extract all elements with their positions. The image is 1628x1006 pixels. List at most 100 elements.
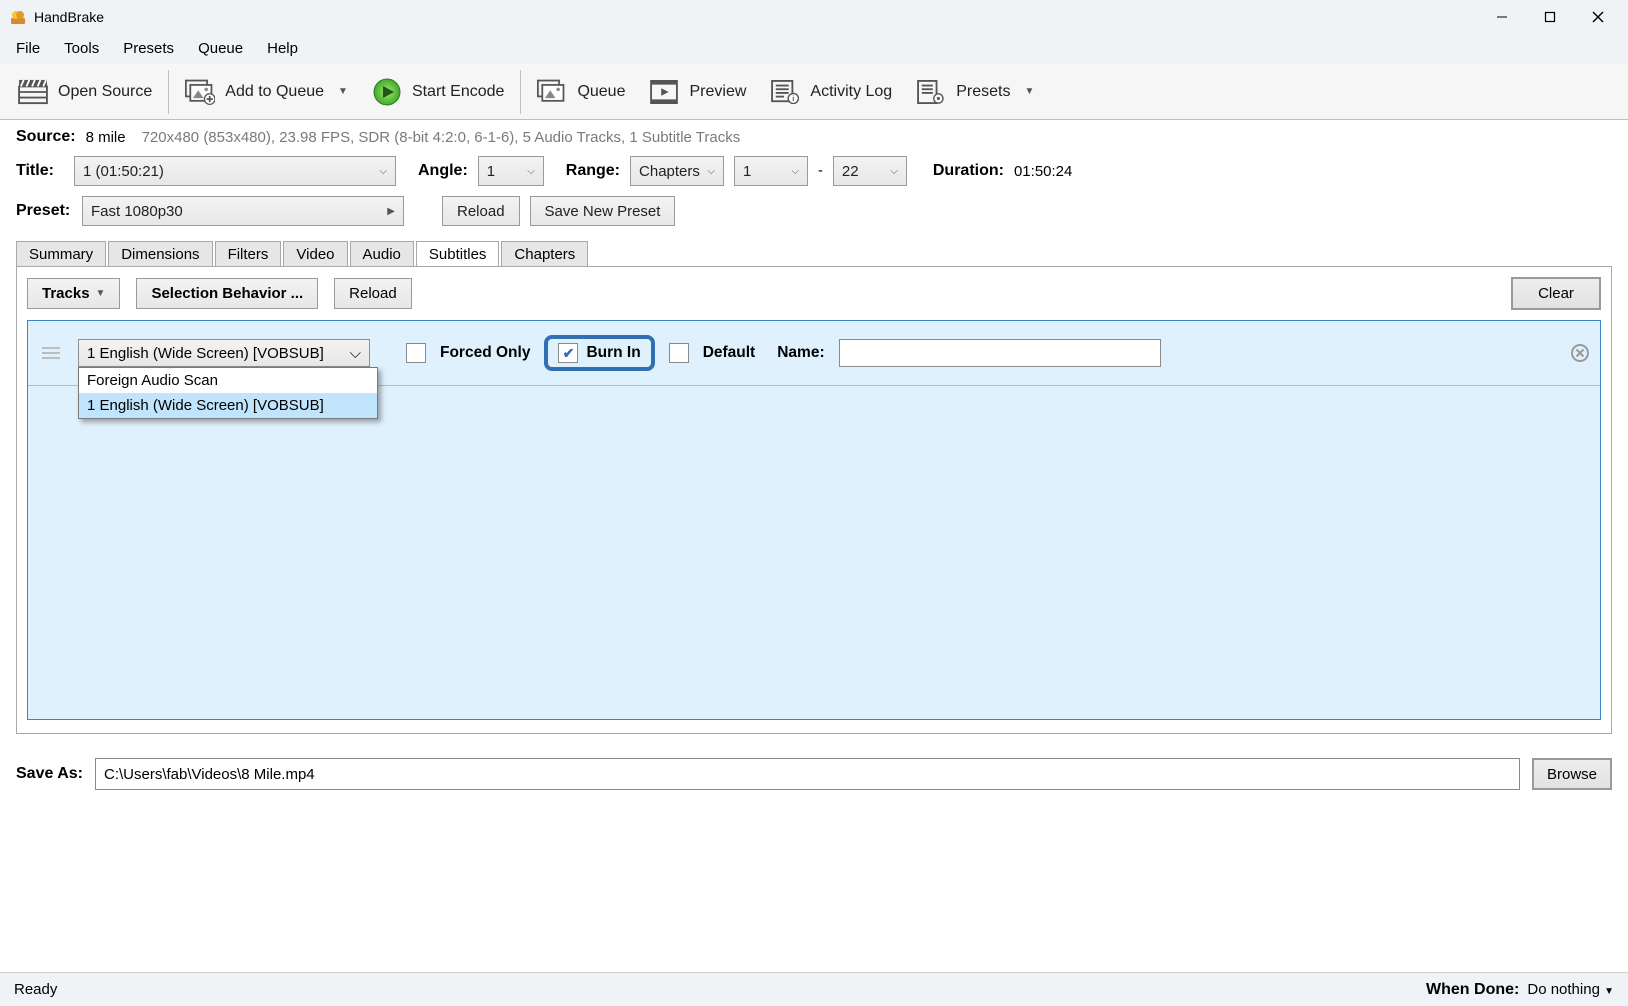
preview-label: Preview xyxy=(689,83,746,101)
window-title: HandBrake xyxy=(34,9,104,25)
tab-dimensions[interactable]: Dimensions xyxy=(108,241,212,267)
preset-select[interactable]: Fast 1080p30 ▶ xyxy=(82,196,404,226)
tracks-dropdown-button[interactable]: Tracks ▼ xyxy=(27,278,120,309)
app-icon xyxy=(10,9,26,25)
window-minimize-button[interactable] xyxy=(1478,0,1526,34)
range-type-select[interactable]: Chapters ⌵ xyxy=(630,156,724,186)
when-done-dropdown[interactable]: Do nothing ▼ xyxy=(1527,981,1614,998)
title-select[interactable]: 1 (01:50:21) ⌵ xyxy=(74,156,396,186)
range-label: Range: xyxy=(566,162,620,180)
duration-label: Duration: xyxy=(933,162,1004,180)
angle-select-value: 1 xyxy=(487,163,495,180)
chevron-down-icon: ⌵ xyxy=(884,166,898,177)
separator xyxy=(520,70,521,114)
source-details: 720x480 (853x480), 23.98 FPS, SDR (8-bit… xyxy=(142,129,741,146)
chevron-down-icon: ▼ xyxy=(96,288,106,299)
open-source-button[interactable]: Open Source xyxy=(6,74,164,110)
forced-only-label: Forced Only xyxy=(440,344,530,362)
tab-video[interactable]: Video xyxy=(283,241,347,267)
separator xyxy=(168,70,169,114)
remove-track-button[interactable] xyxy=(1570,343,1590,363)
dropdown-option-foreign-audio-scan[interactable]: Foreign Audio Scan xyxy=(79,368,377,393)
default-checkbox[interactable] xyxy=(669,343,689,363)
close-circle-icon xyxy=(1570,343,1590,363)
tab-filters[interactable]: Filters xyxy=(215,241,282,267)
dropdown-option-english-vobsub[interactable]: 1 English (Wide Screen) [VOBSUB] xyxy=(79,393,377,418)
reload-tracks-button[interactable]: Reload xyxy=(334,278,412,309)
preset-label: Preset: xyxy=(16,202,72,220)
queue-label: Queue xyxy=(577,83,625,101)
drag-handle-icon[interactable] xyxy=(38,347,64,359)
forced-only-checkbox[interactable] xyxy=(406,343,426,363)
images-stack-icon xyxy=(537,78,567,106)
activity-log-button[interactable]: i Activity Log xyxy=(758,74,904,110)
subtitle-track-list: 1 English (Wide Screen) [VOBSUB] ⌵ Forei… xyxy=(27,320,1601,720)
presets-label: Presets xyxy=(956,83,1010,101)
main-toolbar: Open Source Add to Queue ▼ Start En xyxy=(0,64,1628,120)
tab-subtitles[interactable]: Subtitles xyxy=(416,241,500,267)
subtitles-tab-page: Tracks ▼ Selection Behavior ... Reload C… xyxy=(16,266,1612,734)
chevron-down-icon: ⌵ xyxy=(521,166,535,177)
when-done-value: Do nothing xyxy=(1527,981,1600,998)
browse-button[interactable]: Browse xyxy=(1532,758,1612,790)
save-as-path-input[interactable] xyxy=(95,758,1520,790)
chevron-down-icon: ⌵ xyxy=(350,345,361,362)
film-play-icon xyxy=(649,78,679,106)
activity-log-label: Activity Log xyxy=(810,83,892,101)
reload-preset-button[interactable]: Reload xyxy=(442,196,520,226)
start-encode-label: Start Encode xyxy=(412,83,505,101)
tab-chapters[interactable]: Chapters xyxy=(501,241,588,267)
start-encode-button[interactable]: Start Encode xyxy=(360,74,517,110)
chevron-down-icon: ▼ xyxy=(1604,986,1614,997)
svg-text:i: i xyxy=(793,94,795,103)
source-label: Source: xyxy=(16,128,76,146)
settings-gear-icon xyxy=(916,78,946,106)
tab-strip: Summary Dimensions Filters Video Audio S… xyxy=(16,240,1612,266)
default-label: Default xyxy=(703,344,756,362)
when-done-label: When Done: xyxy=(1426,981,1519,999)
title-row: Title: 1 (01:50:21) ⌵ Angle: 1 ⌵ Range: … xyxy=(16,156,1612,186)
window-maximize-button[interactable] xyxy=(1526,0,1574,34)
save-new-preset-button[interactable]: Save New Preset xyxy=(530,196,676,226)
title-select-value: 1 (01:50:21) xyxy=(83,163,164,180)
range-to-value: 22 xyxy=(842,163,859,180)
range-type-value: Chapters xyxy=(639,163,700,180)
angle-label: Angle: xyxy=(418,162,468,180)
source-name: 8 mile xyxy=(86,129,126,146)
track-name-input[interactable] xyxy=(839,339,1161,367)
window-close-button[interactable] xyxy=(1574,0,1622,34)
menu-queue[interactable]: Queue xyxy=(186,36,255,61)
chevron-down-icon: ⌵ xyxy=(373,166,387,177)
chevron-down-icon: ⌵ xyxy=(701,166,715,177)
add-to-queue-button[interactable]: Add to Queue ▼ xyxy=(173,74,360,110)
range-to-select[interactable]: 22 ⌵ xyxy=(833,156,907,186)
subtitle-track-row: 1 English (Wide Screen) [VOBSUB] ⌵ Forei… xyxy=(28,321,1600,386)
range-from-select[interactable]: 1 ⌵ xyxy=(734,156,808,186)
selection-behavior-button[interactable]: Selection Behavior ... xyxy=(136,278,318,309)
menu-tools[interactable]: Tools xyxy=(52,36,111,61)
clear-tracks-button[interactable]: Clear xyxy=(1511,277,1601,310)
status-text: Ready xyxy=(14,981,57,998)
menu-help[interactable]: Help xyxy=(255,36,310,61)
save-as-label: Save As: xyxy=(16,765,83,783)
burn-in-checkbox[interactable] xyxy=(558,343,578,363)
log-info-icon: i xyxy=(770,78,800,106)
tab-audio[interactable]: Audio xyxy=(350,241,414,267)
source-row: Source: 8 mile 720x480 (853x480), 23.98 … xyxy=(16,128,1612,146)
menu-bar: File Tools Presets Queue Help xyxy=(0,34,1628,64)
play-icon xyxy=(372,78,402,106)
menu-presets[interactable]: Presets xyxy=(111,36,186,61)
range-dash: - xyxy=(818,163,823,179)
queue-button[interactable]: Queue xyxy=(525,74,637,110)
chevron-down-icon: ▼ xyxy=(338,86,348,97)
preset-select-value: Fast 1080p30 xyxy=(91,203,183,220)
subtitle-track-dropdown: Foreign Audio Scan 1 English (Wide Scree… xyxy=(78,367,378,419)
preview-button[interactable]: Preview xyxy=(637,74,758,110)
subtitle-track-select[interactable]: 1 English (Wide Screen) [VOBSUB] ⌵ Forei… xyxy=(78,339,370,367)
subtitle-track-value: 1 English (Wide Screen) [VOBSUB] xyxy=(87,345,324,362)
menu-file[interactable]: File xyxy=(4,36,52,61)
presets-dropdown-button[interactable]: Presets ▼ xyxy=(904,74,1046,110)
tab-summary[interactable]: Summary xyxy=(16,241,106,267)
range-from-value: 1 xyxy=(743,163,751,180)
angle-select[interactable]: 1 ⌵ xyxy=(478,156,544,186)
